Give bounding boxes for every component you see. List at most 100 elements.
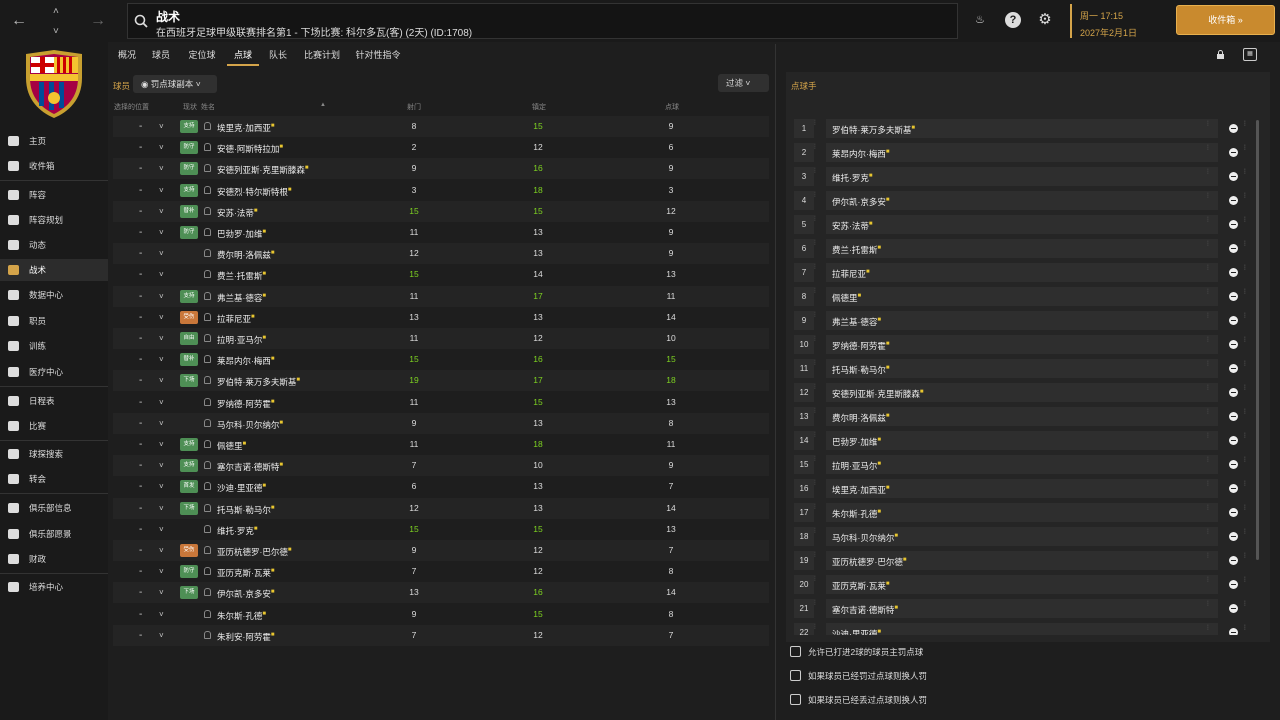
list-item[interactable]: 18 ⋮ 马尔科·贝尔纳尔■ ⋮ ⋮ xyxy=(794,525,1254,547)
taker-name[interactable]: 佩德里■ xyxy=(826,287,1218,306)
checkbox[interactable] xyxy=(790,646,801,657)
player-name[interactable]: 安德列亚斯·克里斯滕森■ xyxy=(217,158,308,181)
down-chevron-icon[interactable]: ˅ xyxy=(53,24,59,40)
table-row[interactable]: - ˅ 防守 巴勃罗·加维■ 11 13 9 xyxy=(113,222,769,243)
chevron-down-icon[interactable]: ˅ xyxy=(159,222,164,243)
position-select[interactable]: - xyxy=(139,158,142,179)
taker-name[interactable]: 拉明·亚马尔■ xyxy=(826,455,1218,474)
more-options-icon[interactable]: ⋮ xyxy=(1242,121,1248,127)
sidebar-item-competitions[interactable]: 比赛 xyxy=(0,415,108,437)
drag-handle-icon[interactable]: ⋮ xyxy=(1205,625,1211,631)
gear-icon[interactable]: ⚙ xyxy=(1037,12,1053,28)
drag-handle-icon[interactable]: ⋮ xyxy=(812,288,818,300)
chevron-down-icon[interactable]: ˅ xyxy=(159,561,164,582)
up-chevron-icon[interactable]: ˄ xyxy=(53,4,59,20)
table-row[interactable]: - ˅ 罗纳德·阿劳霍■ 11 15 13 xyxy=(113,392,769,413)
sidebar-item-club-vision[interactable]: 俱乐部愿景 xyxy=(0,523,108,545)
chevron-down-icon[interactable]: ˅ xyxy=(159,286,164,307)
sidebar-item-staff[interactable]: 职员 xyxy=(0,310,108,332)
position-select[interactable]: - xyxy=(139,370,142,391)
position-select[interactable]: - xyxy=(139,582,142,603)
view-dropdown[interactable]: ◉ 罚点球副本 ˅ xyxy=(133,75,217,93)
tab-overview[interactable]: 概况 xyxy=(112,44,142,66)
more-options-icon[interactable]: ⋮ xyxy=(1242,193,1248,199)
player-name[interactable]: 沙迪·里亚德■ xyxy=(217,476,266,499)
lock-icon[interactable] xyxy=(1216,50,1225,59)
remove-icon[interactable] xyxy=(1229,244,1238,253)
drag-handle-icon[interactable]: ⋮ xyxy=(1205,577,1211,583)
column-header-shooting[interactable]: 射门 xyxy=(407,102,421,112)
remove-icon[interactable] xyxy=(1229,172,1238,181)
sidebar-item-schedule[interactable]: 日程表 xyxy=(0,390,108,412)
handshake-icon[interactable]: ♨ xyxy=(972,12,988,28)
scrollbar[interactable] xyxy=(1256,120,1259,560)
position-select[interactable]: - xyxy=(139,625,142,646)
sidebar-item-scouting[interactable]: 球探搜索 xyxy=(0,443,108,465)
remove-icon[interactable] xyxy=(1229,508,1238,517)
table-row[interactable]: - ˅ 支持 塞尔吉诺·德斯特■ 7 10 9 xyxy=(113,455,769,477)
help-icon[interactable]: ? xyxy=(1005,12,1021,28)
table-row[interactable]: - ˅ 支持 埃里克·加西亚■ 8 15 9 xyxy=(113,116,769,137)
player-name[interactable]: 罗纳德·阿劳霍■ xyxy=(217,392,274,415)
table-row[interactable]: - ˅ 受伤 拉菲尼亚■ 13 13 14 xyxy=(113,307,769,328)
list-item[interactable]: 8 ⋮ 佩德里■ ⋮ ⋮ xyxy=(794,285,1254,307)
date-display[interactable]: 周一 17:15 2027年2月1日 xyxy=(1070,4,1173,38)
sidebar-item-transfers[interactable]: 转会 xyxy=(0,468,108,490)
player-name[interactable]: 亚历克斯·瓦莱■ xyxy=(217,561,274,584)
list-item[interactable]: 1 ⋮ 罗伯特·莱万多夫斯基■ ⋮ ⋮ xyxy=(794,117,1254,139)
drag-handle-icon[interactable]: ⋮ xyxy=(812,168,818,180)
remove-icon[interactable] xyxy=(1229,436,1238,445)
table-row[interactable]: - ˅ 支持 安德烈·特尔斯特根■ 3 18 3 xyxy=(113,180,769,201)
sidebar-item-medical[interactable]: 医疗中心 xyxy=(0,361,108,383)
drag-handle-icon[interactable]: ⋮ xyxy=(1205,121,1211,127)
remove-icon[interactable] xyxy=(1229,460,1238,469)
more-options-icon[interactable]: ⋮ xyxy=(1242,505,1248,511)
remove-icon[interactable] xyxy=(1229,556,1238,565)
chevron-down-icon[interactable]: ˅ xyxy=(159,392,164,413)
list-item[interactable]: 12 ⋮ 安德列亚斯·克里斯滕森■ ⋮ ⋮ xyxy=(794,381,1254,403)
taker-name[interactable]: 埃里克·加西亚■ xyxy=(826,479,1218,498)
drag-handle-icon[interactable]: ⋮ xyxy=(1205,241,1211,247)
list-item[interactable]: 22 ⋮ 沙迪·里亚德■ ⋮ ⋮ xyxy=(794,621,1254,635)
sidebar-item-squad-planner[interactable]: 阵容规划 xyxy=(0,209,108,231)
drag-handle-icon[interactable]: ⋮ xyxy=(812,336,818,348)
taker-name[interactable]: 马尔科·贝尔纳尔■ xyxy=(826,527,1218,546)
filter-dropdown[interactable]: 过滤 ˅ xyxy=(718,74,769,92)
list-item[interactable]: 16 ⋮ 埃里克·加西亚■ ⋮ ⋮ xyxy=(794,477,1254,499)
player-name[interactable]: 安德·阿斯特拉加■ xyxy=(217,137,283,160)
table-row[interactable]: - ˅ 替补 莱昂内尔·梅西■ 15 16 15 xyxy=(113,349,769,370)
tab-players[interactable]: 球员 xyxy=(146,44,176,66)
remove-icon[interactable] xyxy=(1229,604,1238,613)
checkbox[interactable] xyxy=(790,694,801,705)
drag-handle-icon[interactable]: ⋮ xyxy=(812,600,818,612)
position-select[interactable]: - xyxy=(139,349,142,370)
table-row[interactable]: - ˅ 下场 托马斯·勒马尔■ 12 13 14 xyxy=(113,497,769,519)
taker-name[interactable]: 安德列亚斯·克里斯滕森■ xyxy=(826,383,1218,402)
chevron-down-icon[interactable]: ˅ xyxy=(159,264,164,285)
chevron-down-icon[interactable]: ˅ xyxy=(159,604,164,625)
taker-name[interactable]: 罗伯特·莱万多夫斯基■ xyxy=(826,119,1218,138)
table-row[interactable]: - ˅ 费兰·托雷斯■ 15 14 13 xyxy=(113,264,769,285)
table-row[interactable]: - ˅ 自由 拉明·亚马尔■ 11 12 10 xyxy=(113,328,769,349)
player-name[interactable]: 罗伯特·莱万多夫斯基■ xyxy=(217,370,300,393)
tab-penalties[interactable]: 点球 xyxy=(227,44,259,66)
drag-handle-icon[interactable]: ⋮ xyxy=(1205,481,1211,487)
chevron-down-icon[interactable]: ˅ xyxy=(159,328,164,349)
list-item[interactable]: 19 ⋮ 亚历杭德罗·巴尔德■ ⋮ ⋮ xyxy=(794,549,1254,571)
chevron-down-icon[interactable]: ˅ xyxy=(159,116,164,137)
chevron-down-icon[interactable]: ˅ xyxy=(159,540,164,561)
more-options-icon[interactable]: ⋮ xyxy=(1242,289,1248,295)
player-name[interactable]: 马尔科·贝尔纳尔■ xyxy=(217,413,283,436)
more-options-icon[interactable]: ⋮ xyxy=(1242,625,1248,631)
remove-icon[interactable] xyxy=(1229,268,1238,277)
drag-handle-icon[interactable]: ⋮ xyxy=(812,552,818,564)
player-name[interactable]: 费兰·托雷斯■ xyxy=(217,264,266,287)
table-row[interactable]: - ˅ 防守 亚历克斯·瓦莱■ 7 12 8 xyxy=(113,561,769,582)
position-select[interactable]: - xyxy=(139,498,142,519)
more-options-icon[interactable]: ⋮ xyxy=(1242,433,1248,439)
sidebar-item-inbox[interactable]: 收件箱 xyxy=(0,155,108,177)
table-row[interactable]: - ˅ 费尔明·洛佩兹■ 12 13 9 xyxy=(113,243,769,265)
search-bar[interactable]: 战术 在西班牙足球甲级联赛排名第1 - 下场比赛: 科尔多瓦(客) (2天) (… xyxy=(127,3,958,39)
chevron-down-icon[interactable]: ˅ xyxy=(159,243,164,264)
drag-handle-icon[interactable]: ⋮ xyxy=(812,624,818,635)
